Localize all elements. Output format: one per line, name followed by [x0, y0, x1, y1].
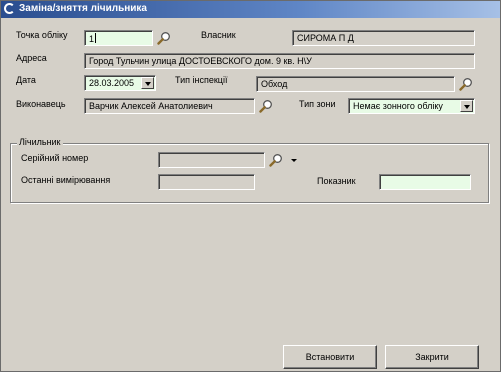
zone-type-label: Тип зони [299, 99, 336, 109]
address-label: Адреса [16, 53, 47, 63]
date-select[interactable]: 28.03.2005 [84, 75, 156, 91]
title-bar[interactable]: Заміна/зняття лічильника [1, 1, 500, 18]
owner-label: Власник [201, 30, 236, 40]
point-label: Точка обліку [16, 30, 68, 40]
app-icon [4, 3, 15, 14]
executor-search-icon[interactable] [259, 99, 273, 113]
point-input[interactable]: 1 [84, 30, 153, 46]
serial-search-icon[interactable] [269, 153, 283, 167]
meter-group-legend: Лічильник [17, 137, 63, 147]
apply-button[interactable]: Встановити [283, 345, 377, 369]
zone-type-select[interactable]: Немає зонного обліку [348, 98, 475, 114]
last-measure-field [158, 174, 255, 190]
executor-label: Виконавець [16, 99, 66, 109]
window-title: Заміна/зняття лічильника [19, 3, 147, 14]
reading-label: Показник [317, 176, 356, 186]
date-label: Дата [16, 75, 36, 85]
reading-input[interactable] [379, 174, 471, 190]
serial-label: Серійний номер [21, 153, 89, 163]
close-button[interactable]: Закрити [385, 345, 479, 369]
owner-field: СИРОМА П Д [292, 30, 475, 46]
inspection-type-label: Тип інспекції [175, 75, 228, 85]
chevron-down-icon[interactable] [460, 100, 473, 112]
dialog-window: Заміна/зняття лічильника Точка обліку 1 … [0, 0, 501, 372]
address-field: Город Тульчин улица ДОСТОЕВСКОГО дом. 9 … [84, 53, 475, 69]
inspection-type-field: Обход [256, 76, 455, 92]
last-measure-label: Останні вимірювання [21, 175, 111, 185]
point-search-icon[interactable] [157, 31, 171, 45]
serial-number-field[interactable] [158, 152, 265, 168]
inspection-search-icon[interactable] [459, 77, 473, 91]
executor-field: Варчик Алексей Анатолиевич [84, 98, 255, 114]
serial-dropdown-arrow-icon[interactable] [291, 159, 297, 162]
chevron-down-icon[interactable] [141, 77, 154, 89]
